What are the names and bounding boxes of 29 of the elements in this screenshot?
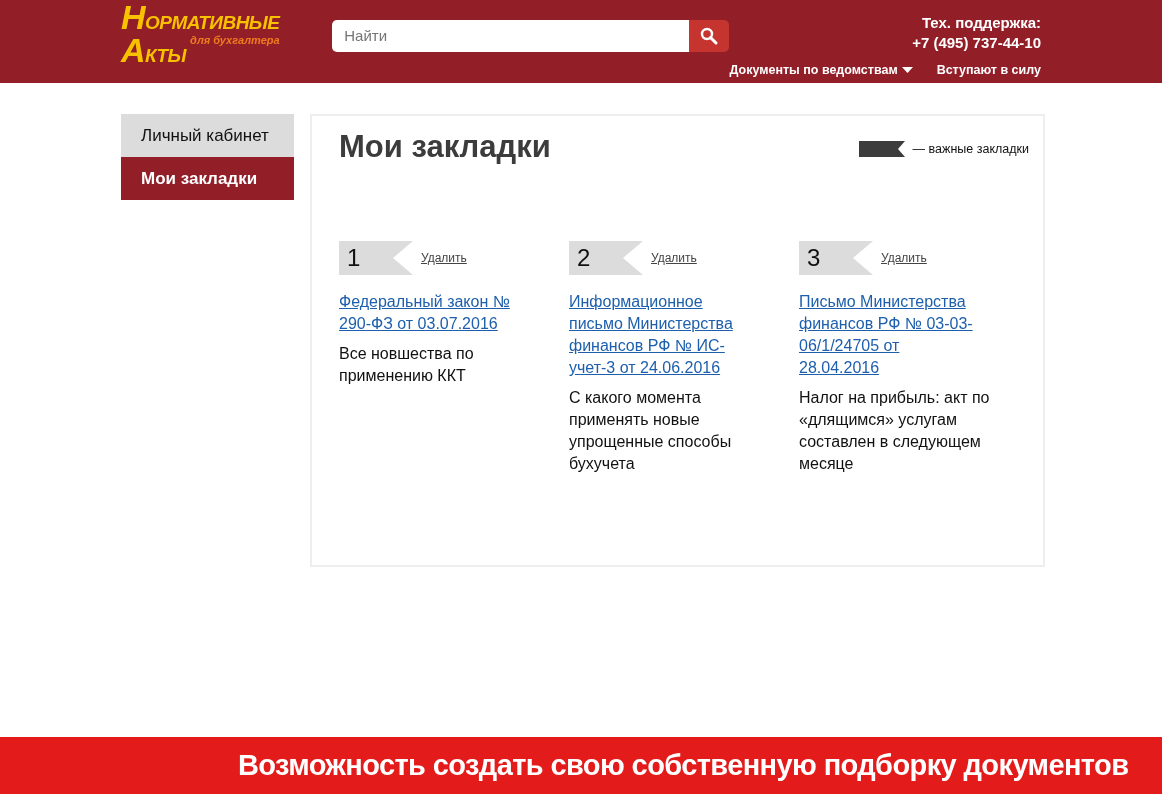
caret-icon [901,67,913,74]
logo-text: НОРМАТИВНЫЕ [121,8,280,32]
page-title: Мои закладки [339,128,551,166]
search-field[interactable]: Найти [332,20,690,52]
delete-link[interactable]: Удалить [651,249,697,268]
support-phone: +7 (495) 737-44-10 [912,33,1041,53]
search-icon [700,27,719,45]
bookmark-number: 3 [806,243,822,274]
bookmark-number: 1 [346,243,362,274]
document-link[interactable]: Письмо Министерства финансов РФ № 03-03-06/1/24705 от 28.04.2016 [799,291,981,380]
support-label: Тех. поддержка: [921,13,1041,33]
logo-tagline: для бухгалтера [190,33,280,48]
document-description: С какого момента применять новые упрощенные способы бухучета [569,388,733,475]
bookmark-number: 2 [576,243,592,274]
document-link[interactable]: Федеральный закон № 290-ФЗ от 03.07.2016 [339,291,521,336]
logo-text: АКТЫ [121,40,187,65]
document-description: Налог на прибыль: акт по «длящимся» услугам составлен в следующем месяце [799,388,991,475]
sidebar-item[interactable]: Личный кабинет [121,114,294,157]
banner-text: Возможность создать свою собственную подборку документов [238,747,1129,783]
sidebar-item[interactable]: Мои закладки [121,157,294,200]
search-button[interactable] [689,20,730,52]
document-link[interactable]: Информационное письмо Министерства финансов РФ № ИС-учет-3 от 24.06.2016 [569,291,751,380]
nav-link[interactable]: Вступают в силу [936,61,1041,80]
document-description: Все новшества по применению ККТ [339,344,475,387]
delete-link[interactable]: Удалить [421,249,467,268]
legend-text: — важные закладки [912,141,1029,158]
delete-link[interactable]: Удалить [881,249,927,268]
nav-link[interactable]: Документы по ведомствам [729,61,913,80]
bookmark-flag-icon [858,141,905,158]
